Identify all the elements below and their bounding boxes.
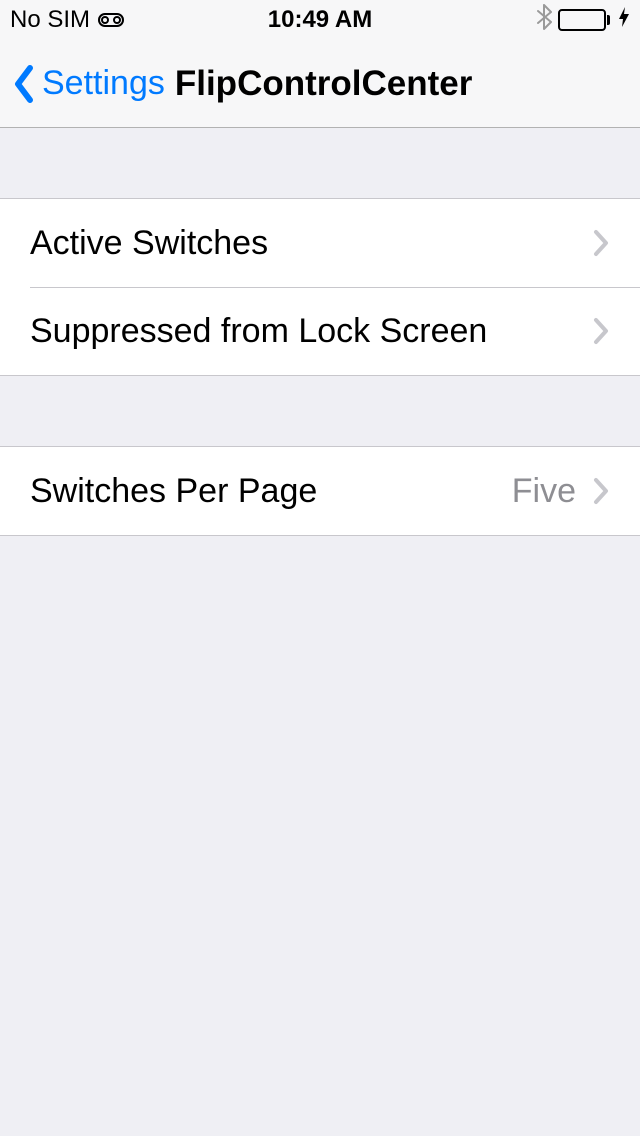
chevron-right-icon	[592, 476, 610, 506]
status-bar: No SIM 10:49 AM	[0, 0, 640, 40]
row-suppressed-lock-screen[interactable]: Suppressed from Lock Screen	[0, 287, 640, 375]
settings-group-2: Switches Per Page Five	[0, 446, 640, 536]
page-title: FlipControlCenter	[175, 64, 472, 104]
status-time: 10:49 AM	[268, 6, 372, 34]
chevron-left-icon	[12, 64, 36, 104]
carrier-text: No SIM	[10, 6, 90, 34]
battery-indicator	[558, 9, 610, 31]
row-label: Switches Per Page	[30, 472, 512, 511]
group-spacer	[0, 376, 640, 446]
row-label: Suppressed from Lock Screen	[30, 312, 592, 351]
chevron-right-icon	[592, 316, 610, 346]
group-spacer	[0, 128, 640, 198]
hotspot-icon	[98, 12, 124, 28]
row-value: Five	[512, 472, 576, 511]
charging-bolt-icon	[618, 6, 630, 35]
navigation-bar: Settings FlipControlCenter	[0, 40, 640, 128]
back-button[interactable]: Settings	[12, 64, 165, 104]
chevron-right-icon	[592, 228, 610, 258]
settings-group-1: Active Switches Suppressed from Lock Scr…	[0, 198, 640, 376]
row-label: Active Switches	[30, 224, 592, 263]
back-label: Settings	[42, 64, 165, 103]
row-active-switches[interactable]: Active Switches	[0, 199, 640, 287]
row-switches-per-page[interactable]: Switches Per Page Five	[0, 447, 640, 535]
status-left: No SIM	[10, 6, 124, 34]
status-right	[536, 4, 630, 37]
bluetooth-icon	[536, 4, 552, 37]
